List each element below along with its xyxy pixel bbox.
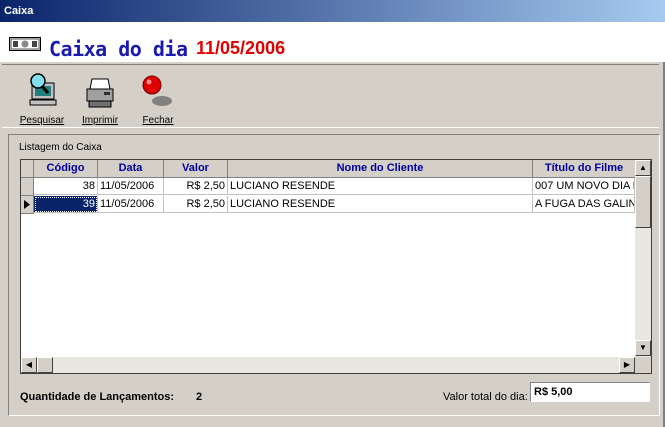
toolbar: Pesquisar Imprimir Fechar <box>2 64 659 128</box>
grid-header-row: Código Data Valor Nome do Cliente Título… <box>21 160 636 178</box>
total-label: Valor total do dia: <box>443 391 528 403</box>
close-button-label: Fechar <box>142 115 174 126</box>
printer-icon <box>86 78 114 108</box>
column-header-filme[interactable]: Título do Filme <box>533 160 636 178</box>
cell-codigo-selected[interactable]: 39 <box>34 196 98 213</box>
red-light-icon <box>142 75 172 106</box>
column-header-codigo[interactable]: Código <box>34 160 98 178</box>
cell-data[interactable]: 11/05/2006 <box>98 178 164 195</box>
cell-filme[interactable]: 007 UM NOVO DIA P <box>533 178 635 195</box>
cell-codigo[interactable]: 38 <box>34 178 98 195</box>
scroll-up-button[interactable]: ▲ <box>635 160 651 176</box>
column-header-cliente[interactable]: Nome do Cliente <box>228 160 533 178</box>
cell-data[interactable]: 11/05/2006 <box>98 196 164 213</box>
scroll-right-button[interactable]: ▶ <box>619 357 635 373</box>
qty-label: Quantidade de Lançamentos: <box>20 391 175 403</box>
grid-corner <box>21 160 34 178</box>
column-header-data[interactable]: Data <box>98 160 164 178</box>
cell-filme[interactable]: A FUGA DAS GALIN <box>533 196 635 213</box>
column-header-valor[interactable]: Valor <box>164 160 228 178</box>
close-button[interactable]: Fechar <box>133 71 183 127</box>
cash-grid[interactable]: Código Data Valor Nome do Cliente Título… <box>20 159 652 374</box>
window-titlebar: Caixa <box>0 0 665 22</box>
horizontal-scrollbar[interactable]: ◀ ▶ <box>21 357 635 373</box>
table-row[interactable]: 39 11/05/2006 R$ 2,50 LUCIANO RESENDE A … <box>21 196 635 214</box>
row-indicator-current[interactable] <box>21 196 34 214</box>
print-button-label: Imprimir <box>81 115 119 126</box>
row-indicator[interactable] <box>21 178 34 196</box>
window-title: Caixa <box>4 5 34 17</box>
vertical-scroll-thumb[interactable] <box>635 176 651 228</box>
search-button-label: Pesquisar <box>19 115 65 126</box>
scroll-down-button[interactable]: ▼ <box>635 340 651 356</box>
header: Caixa do dia 11/05/2006 <box>0 22 665 62</box>
money-icon <box>9 37 41 51</box>
search-button[interactable]: Pesquisar <box>17 71 67 127</box>
qty-value: 2 <box>196 391 203 403</box>
listing-panel-label: Listagem do Caixa <box>19 142 102 153</box>
vertical-scrollbar[interactable]: ▲ ▼ <box>635 160 651 357</box>
cell-cliente[interactable]: LUCIANO RESENDE <box>228 196 533 213</box>
search-computer-icon <box>29 73 57 106</box>
scrollbar-corner <box>635 357 651 373</box>
horizontal-scroll-thumb[interactable] <box>37 357 53 373</box>
cell-valor[interactable]: R$ 2,50 <box>164 178 228 195</box>
scroll-left-button[interactable]: ◀ <box>21 357 37 373</box>
page-date: 11/05/2006 <box>196 38 286 58</box>
table-row[interactable]: 38 11/05/2006 R$ 2,50 LUCIANO RESENDE 00… <box>21 178 635 196</box>
cell-cliente[interactable]: LUCIANO RESENDE <box>228 178 533 195</box>
page-title: Caixa do dia <box>49 37 188 61</box>
cell-valor[interactable]: R$ 2,50 <box>164 196 228 213</box>
total-field[interactable]: R$ 5,00 <box>530 382 650 402</box>
current-row-arrow-icon <box>24 200 30 209</box>
print-button[interactable]: Imprimir <box>75 71 125 127</box>
